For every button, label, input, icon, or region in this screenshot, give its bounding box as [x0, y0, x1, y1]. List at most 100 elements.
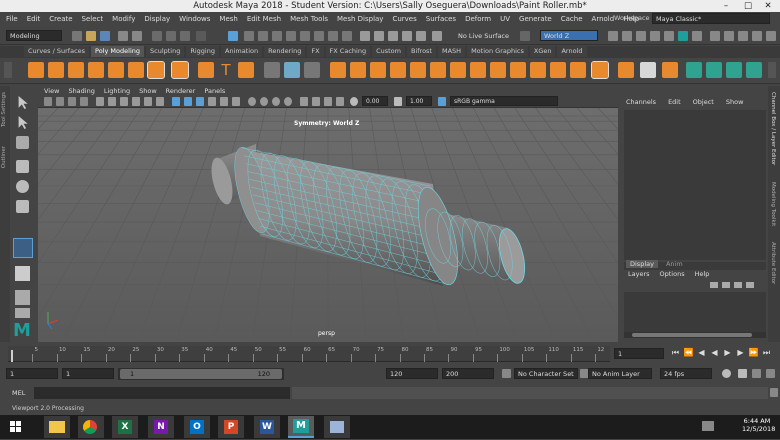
- exposure-field[interactable]: 0.00: [362, 96, 388, 106]
- shelf-tab-curves-surfaces[interactable]: Curves / Surfaces: [24, 46, 90, 57]
- minimize-button[interactable]: –: [716, 0, 736, 12]
- symmetry-icon[interactable]: [520, 31, 530, 41]
- menu-arnold[interactable]: Arnold: [592, 15, 615, 23]
- current-frame-field[interactable]: 1: [614, 348, 664, 359]
- gate-mask-icon[interactable]: [132, 97, 140, 106]
- shelf-tab-arnold[interactable]: Arnold: [557, 46, 587, 57]
- range-bar[interactable]: 1 120: [118, 368, 284, 380]
- menu-edit[interactable]: Edit: [27, 15, 41, 23]
- uv-cylindrical-icon[interactable]: [706, 62, 722, 78]
- lock-selection-icon[interactable]: [342, 31, 352, 41]
- layer-menu-options[interactable]: Options: [660, 270, 685, 278]
- snap-view-plane-icon[interactable]: [402, 31, 412, 41]
- extrude-icon[interactable]: [390, 62, 406, 78]
- channel-menu-edit[interactable]: Edit: [668, 98, 681, 106]
- anim-layer-dropdown[interactable]: No Anim Layer: [588, 368, 652, 379]
- exposure-icon[interactable]: [350, 97, 358, 106]
- shelf-tab-fx-caching[interactable]: FX Caching: [325, 46, 371, 57]
- combine-icon[interactable]: [264, 62, 280, 78]
- select-by-handle-icon[interactable]: [228, 31, 238, 41]
- save-scene-icon[interactable]: [100, 31, 110, 41]
- menu-create[interactable]: Create: [49, 15, 72, 23]
- make-live-icon[interactable]: [432, 31, 442, 41]
- word-icon[interactable]: W: [254, 416, 280, 438]
- channel-box-tab[interactable]: Channel Box / Layer Editor: [770, 92, 776, 165]
- shelf-tab-xgen[interactable]: XGen: [529, 46, 556, 57]
- snap-grid-icon[interactable]: [360, 31, 370, 41]
- unknown-app-icon[interactable]: [324, 416, 350, 438]
- paint-select-icon[interactable]: [662, 62, 678, 78]
- viewport-menu-shading[interactable]: Shading: [68, 86, 94, 96]
- onenote-icon[interactable]: N: [148, 416, 174, 438]
- workspace-dropdown[interactable]: Maya Classic*: [652, 13, 770, 24]
- smooth-icon[interactable]: [304, 62, 320, 78]
- menu-surfaces[interactable]: Surfaces: [426, 15, 456, 23]
- tool-settings-icon[interactable]: [738, 31, 748, 41]
- new-layer-selected-icon[interactable]: [734, 282, 742, 288]
- move-layer-up-icon[interactable]: [710, 282, 718, 288]
- depth-of-field-icon[interactable]: [284, 97, 292, 106]
- play-backwards-icon[interactable]: ◀: [709, 348, 720, 358]
- paint-select-tool-icon[interactable]: [16, 136, 29, 149]
- image-plane-icon[interactable]: [80, 97, 88, 106]
- safe-action-icon[interactable]: [156, 97, 164, 106]
- textured-icon[interactable]: [208, 97, 216, 106]
- fill-hole-icon[interactable]: [450, 62, 466, 78]
- boolean-icon[interactable]: [330, 62, 346, 78]
- render-view-icon[interactable]: [622, 31, 632, 41]
- move-layer-down-icon[interactable]: [722, 282, 730, 288]
- poly-disc-icon[interactable]: [147, 61, 165, 79]
- animation-preferences-icon[interactable]: [766, 369, 775, 378]
- sculpt-icon[interactable]: [618, 62, 634, 78]
- shelf-tab-rigging[interactable]: Rigging: [186, 46, 219, 57]
- channel-box-icon[interactable]: [752, 31, 762, 41]
- select-tool-icon[interactable]: [18, 96, 28, 109]
- shelf-scroll-icon[interactable]: [768, 62, 776, 78]
- xray-components-icon[interactable]: [336, 97, 344, 106]
- character-set-icon[interactable]: [502, 369, 511, 378]
- platonic-solid-icon[interactable]: [171, 61, 189, 79]
- anim-layer-tab[interactable]: Anim: [662, 260, 687, 268]
- powerpoint-icon[interactable]: P: [218, 416, 244, 438]
- go-to-start-icon[interactable]: ⏮: [670, 348, 681, 358]
- viewport-menu-panels[interactable]: Panels: [204, 86, 225, 96]
- select-by-dynamic-icon[interactable]: [300, 31, 310, 41]
- undo-icon[interactable]: [118, 31, 128, 41]
- svg-icon[interactable]: [238, 62, 254, 78]
- layer-scrollbar-thumb[interactable]: [632, 333, 752, 337]
- select-by-misc-icon[interactable]: [328, 31, 338, 41]
- open-scene-icon[interactable]: [86, 31, 96, 41]
- render-settings-icon[interactable]: [664, 31, 674, 41]
- menu-cache[interactable]: Cache: [561, 15, 583, 23]
- mel-input[interactable]: [34, 387, 290, 399]
- excel-icon[interactable]: X: [112, 416, 138, 438]
- select-by-joint-icon[interactable]: [244, 31, 254, 41]
- modeling-toolkit-icon[interactable]: [710, 31, 720, 41]
- shelf-tab-sculpting[interactable]: Sculpting: [146, 46, 185, 57]
- new-scene-icon[interactable]: [72, 31, 82, 41]
- menu-generate[interactable]: Generate: [519, 15, 552, 23]
- range-bar-thumb[interactable]: 1 120: [120, 369, 282, 379]
- poly-text-icon[interactable]: T: [218, 62, 234, 78]
- display-layer-tab[interactable]: Display: [626, 260, 658, 268]
- viewport-menu-lighting[interactable]: Lighting: [104, 86, 130, 96]
- select-hierarchy-icon[interactable]: [152, 31, 162, 41]
- select-by-deform-icon[interactable]: [286, 31, 296, 41]
- snap-point-icon[interactable]: [388, 31, 398, 41]
- shelf-tab-mash[interactable]: MASH: [437, 46, 466, 57]
- outliner-tab[interactable]: Outliner: [1, 146, 7, 168]
- menu-deform[interactable]: Deform: [465, 15, 491, 23]
- attribute-editor-icon[interactable]: [724, 31, 734, 41]
- select-by-render-icon[interactable]: [314, 31, 324, 41]
- step-back-frame-icon[interactable]: ◀: [696, 348, 707, 358]
- bevel-icon[interactable]: [410, 62, 426, 78]
- viewport-menu-renderer[interactable]: Renderer: [166, 86, 196, 96]
- snap-curve-icon[interactable]: [374, 31, 384, 41]
- viewport-menu-view[interactable]: View: [44, 86, 59, 96]
- poly-torus-icon[interactable]: [108, 62, 124, 78]
- resolution-gate-icon[interactable]: [120, 97, 128, 106]
- auto-key-icon[interactable]: [738, 369, 747, 378]
- poly-plane-icon[interactable]: [128, 62, 144, 78]
- quad-draw-icon[interactable]: [570, 62, 586, 78]
- collapse-icon[interactable]: [530, 62, 546, 78]
